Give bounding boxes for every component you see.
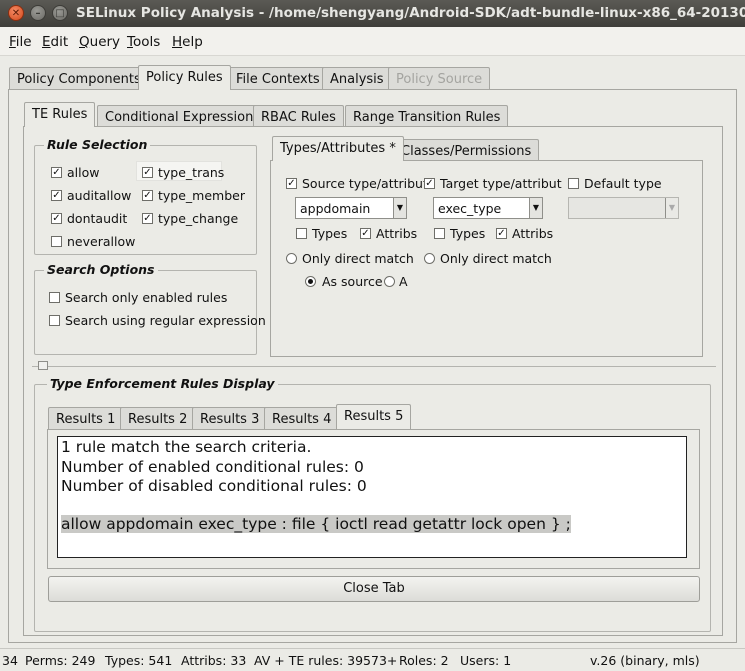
search-options-title: Search Options (44, 262, 158, 277)
chevron-down-icon: ▼ (393, 198, 406, 218)
source-direct-label: Only direct match (302, 251, 414, 266)
target-types-label: Types (450, 226, 486, 241)
tab-policy-source: Policy Source (388, 67, 491, 90)
target-direct-label: Only direct match (440, 251, 552, 266)
target-type-combo[interactable]: exec_type ▼ (433, 197, 543, 219)
display-title: Type Enforcement Rules Display (47, 376, 278, 391)
result-rule[interactable]: allow appdomain exec_type : file { ioctl… (61, 514, 571, 533)
type-trans-label: type_trans (158, 165, 225, 180)
target-types-checkbox[interactable] (434, 228, 445, 239)
rule-selection-title: Rule Selection (44, 137, 151, 152)
as-source-label: As source (322, 274, 383, 289)
target-type-label: Target type/attribut (440, 176, 562, 191)
tab-analysis[interactable]: Analysis (322, 67, 392, 90)
pane-divider (32, 366, 716, 367)
tab-range-transition-rules[interactable]: Range Transition Rules (345, 105, 509, 128)
type-change-checkbox[interactable]: ✓ (142, 213, 153, 224)
target-attribs-label: Attribs (512, 226, 554, 241)
allow-label: allow (67, 165, 100, 180)
default-type-checkbox[interactable] (568, 178, 579, 189)
menu-tools[interactable]: Tools (127, 34, 160, 50)
chevron-down-icon: ▼ (529, 198, 542, 218)
tab-te-rules[interactable]: TE Rules (24, 102, 96, 127)
as-source-radio[interactable] (305, 276, 316, 287)
pane-splitter-handle[interactable] (38, 361, 48, 370)
neverallow-checkbox[interactable] (51, 236, 62, 247)
menu-file[interactable]: File (9, 34, 32, 50)
status-left-fragment: 34 (2, 653, 18, 668)
neverallow-label: neverallow (67, 234, 136, 249)
regex-checkbox[interactable] (49, 315, 60, 326)
auditallow-checkbox[interactable]: ✓ (51, 190, 62, 201)
tab-types-attributes[interactable]: Types/Attributes * (272, 136, 404, 161)
target-direct-toggle[interactable] (424, 253, 435, 264)
close-tab-button[interactable]: Close Tab (48, 576, 700, 602)
enabled-only-checkbox[interactable] (49, 292, 60, 303)
default-type-label: Default type (584, 176, 662, 191)
tab-classes-permissions[interactable]: Classes/Permissions (393, 139, 540, 162)
status-perms: Perms: 249 (25, 653, 96, 668)
policy-rules-panel: TE Rules Conditional Expressions RBAC Ru… (8, 89, 737, 643)
target-attribs-checkbox[interactable]: ✓ (496, 228, 507, 239)
as-any-label: A (399, 274, 408, 289)
status-attribs: Attribs: 33 (181, 653, 247, 668)
source-direct-toggle[interactable] (286, 253, 297, 264)
source-types-checkbox[interactable] (296, 228, 307, 239)
source-type-checkbox[interactable]: ✓ (286, 178, 297, 189)
tab-results-4[interactable]: Results 4 (264, 407, 340, 430)
menu-bar: File Edit Query Tools Help (0, 27, 745, 56)
enabled-only-label: Search only enabled rules (65, 290, 228, 305)
status-bar: 34 Perms: 249 Types: 541 Attribs: 33 AV … (0, 648, 745, 671)
auditallow-label: auditallow (67, 188, 132, 203)
te-rules-panel: Rule Selection ✓ allow ✓ type_trans ✓ au… (23, 126, 723, 636)
tab-results-3[interactable]: Results 3 (192, 407, 268, 430)
minimize-window-button[interactable]: – (30, 5, 46, 21)
tab-rbac-rules[interactable]: RBAC Rules (253, 105, 344, 128)
type-trans-checkbox[interactable]: ✓ (142, 167, 153, 178)
maximize-window-button[interactable]: □ (52, 5, 68, 21)
window-title: SELinux Policy Analysis - /home/shengyan… (76, 5, 745, 21)
source-type-combo[interactable]: appdomain ▼ (295, 197, 407, 219)
chevron-down-icon: ▼ (665, 198, 678, 218)
menu-query[interactable]: Query (79, 34, 120, 50)
tab-file-contexts[interactable]: File Contexts (228, 67, 328, 90)
dontaudit-label: dontaudit (67, 211, 128, 226)
status-version: v.26 (binary, mls) (590, 653, 700, 668)
default-type-combo: ▼ (568, 197, 679, 219)
source-type-label: Source type/attribut (302, 176, 428, 191)
status-types: Types: 541 (105, 653, 173, 668)
type-member-label: type_member (158, 188, 245, 203)
source-attribs-checkbox[interactable]: ✓ (360, 228, 371, 239)
type-change-label: type_change (158, 211, 239, 226)
status-av-te: AV + TE rules: 39573+ (254, 653, 398, 668)
tab-results-1[interactable]: Results 1 (48, 407, 124, 430)
menu-edit[interactable]: Edit (42, 34, 68, 50)
types-attributes-panel: ✓ Source type/attribut appdomain ▼ Types … (270, 160, 703, 357)
dontaudit-checkbox[interactable]: ✓ (51, 213, 62, 224)
target-type-checkbox[interactable]: ✓ (424, 178, 435, 189)
close-window-button[interactable]: ✕ (8, 5, 24, 21)
source-types-label: Types (312, 226, 348, 241)
regex-label: Search using regular expression (65, 313, 266, 328)
status-users: Users: 1 (460, 653, 512, 668)
menu-help[interactable]: Help (172, 34, 203, 50)
title-bar: ✕ – □ SELinux Policy Analysis - /home/sh… (0, 0, 745, 27)
source-attribs-label: Attribs (376, 226, 418, 241)
result-line: Number of disabled conditional rules: 0 (61, 477, 367, 495)
tab-policy-rules[interactable]: Policy Rules (138, 65, 231, 90)
result-line: Number of enabled conditional rules: 0 (61, 457, 364, 476)
as-any-radio[interactable] (384, 276, 395, 287)
status-roles: Roles: 2 (399, 653, 449, 668)
type-member-checkbox[interactable]: ✓ (142, 190, 153, 201)
tab-conditional-expressions[interactable]: Conditional Expressions (97, 105, 269, 128)
tab-results-2[interactable]: Results 2 (120, 407, 196, 430)
allow-checkbox[interactable]: ✓ (51, 167, 62, 178)
tab-policy-components[interactable]: Policy Components (9, 67, 149, 90)
tab-results-5[interactable]: Results 5 (336, 404, 412, 429)
results-text-area[interactable]: 1 rule match the search criteria. Number… (57, 436, 687, 558)
result-line: 1 rule match the search criteria. (61, 438, 312, 456)
